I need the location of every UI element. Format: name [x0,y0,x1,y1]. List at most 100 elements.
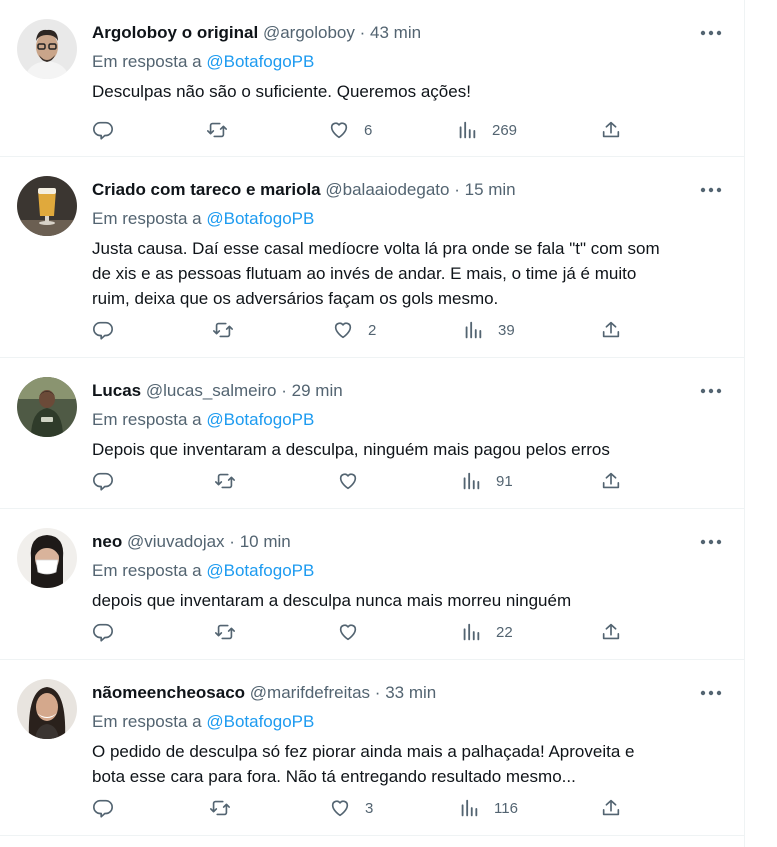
reply-feed: Argoloboy o original @argoloboy · 43 min… [0,0,745,847]
avatar[interactable] [17,679,77,739]
mention-link[interactable]: @BotafogoPB [206,561,314,580]
author-name[interactable]: neo [92,532,122,551]
author-name[interactable]: Lucas [92,381,141,400]
like-button[interactable]: 2 [332,318,376,342]
separator-dot: · [359,23,366,42]
avatar[interactable] [17,19,77,79]
views-button[interactable]: 116 [458,796,518,820]
tweet-text-line: Desculpas não são o suficiente. Queremos… [92,82,471,101]
like-count: 6 [364,121,373,139]
views-button[interactable]: 39 [462,318,515,342]
replying-to-label: Em resposta a [92,712,202,731]
views-icon [461,799,478,817]
tweet[interactable]: Lucas @lucas_salmeiro · 29 min Em respos… [0,358,744,509]
share-icon [602,623,620,640]
author-handle[interactable]: @lucas_salmeiro [146,381,277,400]
like-button[interactable] [337,620,373,644]
view-count: 39 [498,321,515,339]
tweet[interactable]: nãomeencheosaco @marifdefreitas · 33 min… [0,660,744,836]
timestamp[interactable]: 10 min [240,532,291,551]
more-options-icon[interactable] [698,686,724,700]
retweet-button[interactable] [212,318,234,342]
retweet-button[interactable] [214,469,236,493]
author-handle[interactable]: @viuvadojax [127,532,225,551]
retweet-icon [207,122,227,138]
timestamp[interactable]: 29 min [292,381,343,400]
replying-to-label: Em resposta a [92,410,202,429]
retweet-button[interactable] [214,620,236,644]
share-icon [602,799,620,816]
share-button[interactable] [600,796,622,820]
views-button[interactable]: 91 [460,469,513,493]
views-icon [459,121,476,139]
reply-button[interactable] [92,118,114,142]
share-button[interactable] [600,620,622,644]
tweet-header: Lucas @lucas_salmeiro · 29 min [92,380,343,402]
more-options-icon[interactable] [698,535,724,549]
tweet-text-line: bota esse cara para fora. Não tá entrega… [92,767,576,786]
avatar[interactable] [17,176,77,236]
reply-icon [93,121,113,140]
action-bar: 91 [92,469,632,493]
reply-icon [93,799,113,818]
share-button[interactable] [600,469,622,493]
tweet-text: depois que inventaram a desculpa nunca m… [92,588,732,613]
share-button[interactable] [600,118,622,142]
view-count: 116 [494,799,518,817]
like-count: 2 [368,321,377,339]
mention-link[interactable]: @BotafogoPB [206,209,314,228]
author-name[interactable]: Argoloboy o original [92,23,258,42]
reply-button[interactable] [92,469,114,493]
tweet-header: Criado com tareco e mariola @balaaiodega… [92,179,516,201]
action-bar: 3 116 [92,796,632,820]
more-options-icon[interactable] [698,183,724,197]
share-icon [602,472,620,489]
tweet-text-line: Depois que inventaram a desculpa, ningué… [92,440,610,459]
timestamp[interactable]: 15 min [465,180,516,199]
like-button[interactable] [337,469,373,493]
action-bar: 6 269 [92,118,632,142]
views-button[interactable]: 269 [456,118,517,142]
author-name[interactable]: nãomeencheosaco [92,683,245,702]
tweet[interactable]: neo @viuvadojax · 10 min Em resposta a @… [0,509,744,660]
tweet-text-line: de xis e as pessoas flutuam ao invés de … [92,264,637,283]
retweet-button[interactable] [209,796,231,820]
author-name[interactable]: Criado com tareco e mariola [92,180,321,199]
like-button[interactable]: 3 [329,796,373,820]
more-options-icon[interactable] [698,384,724,398]
avatar[interactable] [17,377,77,437]
avatar[interactable] [17,528,77,588]
tweet[interactable]: Argoloboy o original @argoloboy · 43 min… [0,0,744,157]
heart-icon [334,322,352,339]
separator-dot: · [374,683,381,702]
author-handle[interactable]: @argoloboy [263,23,355,42]
reply-icon [93,472,113,491]
share-button[interactable] [600,318,622,342]
like-count: 3 [365,799,374,817]
action-bar: 2 39 [92,318,632,342]
reply-button[interactable] [92,620,114,644]
separator-dot: · [281,381,287,400]
mention-link[interactable]: @BotafogoPB [206,712,314,731]
separator-dot: · [454,180,460,199]
mention-link[interactable]: @BotafogoPB [206,52,314,71]
like-button[interactable]: 6 [328,118,372,142]
share-icon [602,121,620,138]
timestamp[interactable]: 33 min [385,683,436,702]
tweet[interactable]: Criado com tareco e mariola @balaaiodega… [0,157,744,358]
more-options-icon[interactable] [698,26,724,40]
retweet-button[interactable] [206,118,228,142]
reply-icon [93,623,113,642]
retweet-icon [213,322,233,338]
reply-button[interactable] [92,318,114,342]
tweet-header: Argoloboy o original @argoloboy · 43 min [92,22,421,44]
reply-button[interactable] [92,796,114,820]
author-handle[interactable]: @balaaiodegato [325,180,449,199]
replying-to-label: Em resposta a [92,209,202,228]
separator-dot: · [229,532,235,551]
author-handle[interactable]: @marifdefreitas [250,683,370,702]
mention-link[interactable]: @BotafogoPB [206,410,314,429]
timestamp[interactable]: 43 min [370,23,421,42]
tweet-text-line: O pedido de desculpa só fez piorar ainda… [92,742,635,761]
views-button[interactable]: 22 [460,620,513,644]
